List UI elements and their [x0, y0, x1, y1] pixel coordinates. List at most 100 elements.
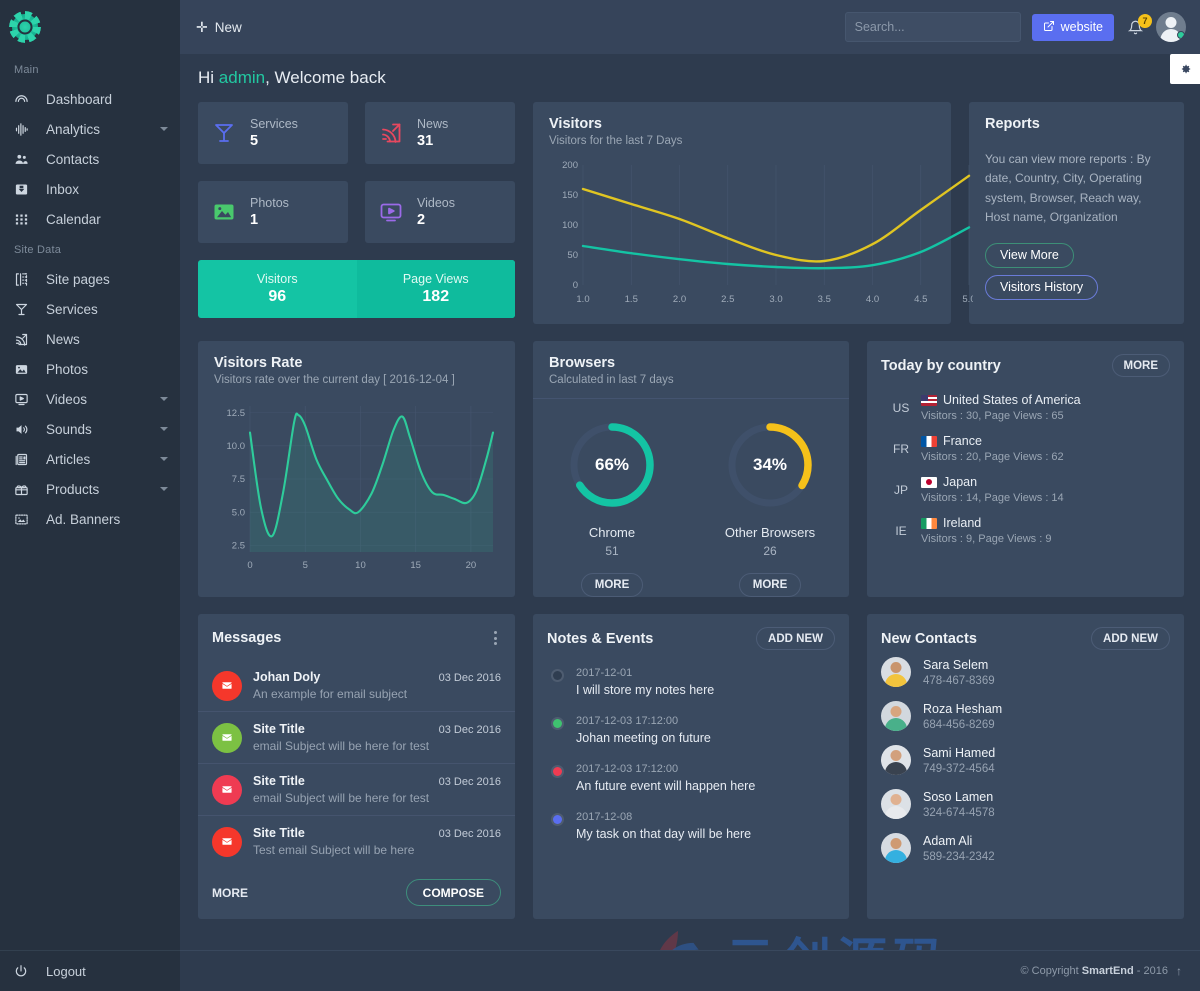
visitors-history-button[interactable]: Visitors History [985, 274, 1099, 300]
visitors-chart-card: Visitors Visitors for the last 7 Days 1.… [533, 102, 976, 324]
chevron-down-icon[interactable] [160, 457, 168, 461]
chevron-down-icon[interactable] [160, 127, 168, 131]
sidebar-item-ad-banners[interactable]: Ad. Banners [0, 504, 180, 534]
donut-more-button[interactable]: MORE [738, 573, 802, 597]
greeting-prefix: Hi [198, 68, 219, 87]
chevron-down-icon[interactable] [160, 397, 168, 401]
sidebar-item-videos[interactable]: Videos [0, 384, 180, 414]
message-date: 03 Dec 2016 [438, 776, 501, 788]
stat-tile-value: 1 [250, 212, 259, 228]
photos-icon [14, 360, 38, 378]
ad-banners-icon [14, 510, 38, 528]
country-row[interactable]: US United States of America Visitors : 30,… [881, 387, 1170, 428]
svg-text:10.0: 10.0 [227, 441, 246, 452]
message-row[interactable]: Johan Doly 03 Dec 2016 An example for emai… [198, 660, 515, 711]
country-more-button[interactable]: MORE [1111, 354, 1170, 377]
message-row[interactable]: Site Title 03 Dec 2016 email Subject will … [198, 763, 515, 815]
messages-options-icon[interactable] [490, 627, 501, 649]
avatar-head [890, 662, 902, 673]
note-row[interactable]: 2017-12-08 My task on that day will be he… [553, 806, 835, 854]
note-row[interactable]: 2017-12-03 17:12:00 An future event will … [553, 758, 835, 806]
sidebar-item-site-pages[interactable]: Site pages [0, 264, 180, 294]
contact-name: Sami Hamed [923, 745, 996, 760]
contact-row[interactable]: Adam Ali 589-234-2342 [881, 826, 1170, 870]
contact-row[interactable]: Sara Selem 478-467-8369 [881, 650, 1170, 694]
contact-row[interactable]: Sami Hamed 749-372-4564 [881, 738, 1170, 782]
message-date: 03 Dec 2016 [438, 724, 501, 736]
avatar-body [885, 674, 907, 687]
sidebar-item-products[interactable]: Products [0, 474, 180, 504]
sidebar-item-inbox[interactable]: Inbox [0, 174, 180, 204]
back-to-top-button[interactable]: ↑ [1176, 964, 1182, 978]
sidebar-item-label: Contacts [46, 151, 100, 167]
row-activity: Messages Johan Doly 03 Dec 2016 An example… [198, 614, 1184, 919]
flag-icon [921, 517, 937, 529]
message-row[interactable]: Site Title 03 Dec 2016 Test email Subject … [198, 815, 515, 867]
country-row[interactable]: FR France Visitors : 20, Page Views : 62 [881, 428, 1170, 469]
stat-tile-photos[interactable]: Photos 1 [198, 181, 348, 243]
country-card: Today by country MORE US United States of… [867, 341, 1184, 597]
chevron-down-icon[interactable] [160, 487, 168, 491]
services-icon [211, 120, 237, 146]
note-row[interactable]: 2017-12-03 17:12:00 Johan meeting on futu… [553, 710, 835, 758]
avatar [881, 657, 911, 687]
notes-card: Notes & Events ADD NEW 2017-12-01 I will … [533, 614, 849, 919]
sidebar-nav: Main Dashboard Analytics Contacts Inbox Calen… [0, 54, 180, 534]
logout-button[interactable]: Logout [0, 950, 180, 991]
envelope-icon [212, 670, 242, 701]
contacts-add-new-button[interactable]: ADD NEW [1091, 627, 1170, 650]
contact-row[interactable]: Soso Lamen 324-674-4578 [881, 782, 1170, 826]
sidebar-item-photos[interactable]: Photos [0, 354, 180, 384]
sidebar-item-label: Inbox [46, 181, 80, 197]
website-button[interactable]: website [1031, 13, 1114, 41]
sidebar-item-label: Photos [46, 361, 89, 377]
sidebar-item-dashboard[interactable]: Dashboard [0, 84, 180, 114]
sidebar-item-sounds[interactable]: Sounds [0, 414, 180, 444]
brand-logo-wrap[interactable] [0, 0, 180, 54]
note-row[interactable]: 2017-12-01 I will store my notes here [553, 662, 835, 710]
message-sender: Johan Doly [253, 670, 321, 684]
sidebar-item-calendar[interactable]: Calendar [0, 204, 180, 234]
contact-row[interactable]: Roza Hesham 684-456-8269 [881, 694, 1170, 738]
search-input[interactable] [845, 13, 1020, 41]
sidebar-item-analytics[interactable]: Analytics [0, 114, 180, 144]
sidebar-item-label: Analytics [46, 121, 101, 137]
nav-group-label-main: Main [14, 64, 39, 76]
country-row[interactable]: JP Japan Visitors : 14, Page Views : 14 [881, 469, 1170, 510]
stat-tile-news[interactable]: News 31 [365, 102, 515, 164]
articles-icon [14, 450, 38, 468]
sidebar-item-news[interactable]: News [0, 324, 180, 354]
message-row[interactable]: Site Title 03 Dec 2016 email Subject will … [198, 711, 515, 763]
sidebar-item-articles[interactable]: Articles [0, 444, 180, 474]
stat-tile-label: News [417, 117, 449, 131]
country-row[interactable]: IE Ireland Visitors : 9, Page Views : 9 [881, 510, 1170, 551]
compose-button[interactable]: COMPOSE [405, 879, 501, 906]
avatar-body [885, 850, 907, 863]
notifications-button[interactable]: 7 [1128, 13, 1152, 35]
user-avatar[interactable] [1156, 12, 1186, 42]
note-text: I will store my notes here [576, 683, 715, 697]
chevron-down-icon[interactable] [160, 427, 168, 431]
donut-more-button[interactable]: MORE [580, 573, 644, 597]
contact-phone: 589-234-2342 [923, 850, 995, 863]
country-title: Today by country [881, 357, 1001, 374]
sidebar-item-services[interactable]: Services [0, 294, 180, 324]
summary-page-views[interactable]: Page Views 182 [356, 260, 515, 318]
visitors-subtitle: Visitors for the last 7 Days [549, 135, 683, 147]
notes-title: Notes & Events [547, 630, 654, 647]
stat-tile-services[interactable]: Services 5 [198, 102, 348, 164]
content-area: Hi admin, Welcome back Services 5 News 31 Ph… [180, 54, 1200, 950]
new-button[interactable]: ✛ New [196, 20, 242, 35]
sidebar-item-contacts[interactable]: Contacts [0, 144, 180, 174]
summary-visitors[interactable]: Visitors 96 [198, 260, 357, 318]
stat-tiles: Services 5 News 31 Photos 1 Videos 2 [198, 102, 515, 243]
messages-more-button[interactable]: MORE [212, 886, 248, 900]
stat-tile-videos[interactable]: Videos 2 [365, 181, 515, 243]
note-text: Johan meeting on future [576, 731, 711, 745]
messages-title: Messages [212, 630, 282, 646]
note-date: 2017-12-03 17:12:00 [576, 763, 679, 775]
notes-add-new-button[interactable]: ADD NEW [756, 627, 835, 650]
view-more-button[interactable]: View More [985, 242, 1074, 268]
search-box[interactable] [844, 12, 1021, 42]
news-icon [378, 120, 404, 146]
